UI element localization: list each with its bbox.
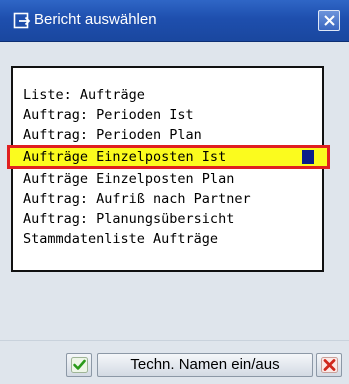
close-icon (324, 15, 335, 26)
report-list-box[interactable]: Liste: Aufträge Auftrag: Perioden Ist Au… (7, 66, 330, 272)
list-item-selected[interactable]: Aufträge Einzelposten Ist (7, 145, 330, 169)
dialog-footer: Techn. Namen ein/aus (0, 340, 349, 384)
report-select-icon (13, 12, 31, 30)
list-item[interactable]: Auftrag: Perioden Ist (13, 105, 322, 125)
checkmark-icon (71, 357, 88, 373)
list-item[interactable]: Auftrag: Perioden Plan (13, 125, 322, 145)
list-item[interactable]: Stammdatenliste Aufträge (13, 229, 322, 249)
title-bar[interactable]: Bericht auswählen (0, 0, 349, 42)
confirm-button[interactable] (66, 353, 92, 377)
list-item[interactable]: Liste: Aufträge (13, 85, 322, 105)
list-item[interactable]: Auftrag: Aufriß nach Partner (13, 189, 322, 209)
tech-names-toggle-button[interactable]: Techn. Namen ein/aus (97, 353, 313, 377)
cancel-x-icon (321, 357, 338, 373)
report-select-dialog: Bericht auswählen Liste: Aufträge Auftra… (0, 0, 349, 384)
text-cursor (302, 150, 314, 164)
list-item[interactable]: Aufträge Einzelposten Plan (13, 169, 322, 189)
list-item[interactable]: Auftrag: Planungsübersicht (13, 209, 322, 229)
report-list: Liste: Aufträge Auftrag: Perioden Ist Au… (7, 85, 330, 249)
cancel-button[interactable] (316, 353, 342, 377)
close-button[interactable] (318, 10, 340, 31)
list-item-label: Aufträge Einzelposten Ist (23, 149, 227, 165)
dialog-title: Bericht auswählen (34, 11, 157, 28)
